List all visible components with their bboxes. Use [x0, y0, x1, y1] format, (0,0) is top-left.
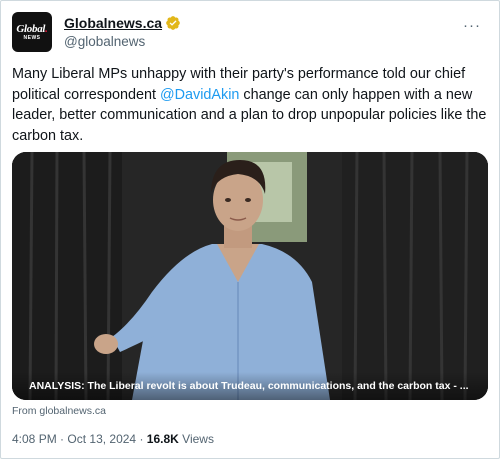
verified-badge-icon: [166, 16, 180, 30]
views-count: 16.8K: [146, 432, 179, 446]
avatar[interactable]: Global. NEWS: [12, 12, 52, 52]
views-label: Views: [182, 432, 214, 446]
tweet-time[interactable]: 4:08 PM: [12, 432, 57, 446]
account-names: Globalnews.ca @globalnews: [64, 14, 181, 49]
card-caption-bar: ANALYSIS: The Liberal revolt is about Tr…: [12, 372, 488, 400]
card-headline[interactable]: ANALYSIS: The Liberal revolt is about Tr…: [29, 380, 469, 392]
meta-separator-1: ·: [60, 432, 65, 446]
tweet-metadata: 4:08 PM · Oct 13, 2024 · 16.8K Views: [12, 432, 214, 446]
more-options-icon[interactable]: ···: [460, 16, 484, 34]
avatar-logo-subtext: NEWS: [23, 34, 41, 41]
display-name[interactable]: Globalnews.ca: [64, 15, 162, 31]
card-source-link[interactable]: From globalnews.ca: [12, 405, 106, 417]
tweet-date[interactable]: Oct 13, 2024: [67, 432, 136, 446]
tweet-header: Global. NEWS Globalnews.ca @globalnews ·…: [12, 12, 488, 52]
mention-link[interactable]: @DavidAkin: [160, 87, 239, 103]
link-card-image[interactable]: ANALYSIS: The Liberal revolt is about Tr…: [12, 152, 488, 400]
photo-illustration: [12, 152, 488, 400]
avatar-logo-text: Global.: [16, 22, 48, 35]
tweet-text: Many Liberal MPs unhappy with their part…: [12, 64, 488, 146]
meta-separator-2: ·: [139, 432, 144, 446]
account-handle[interactable]: @globalnews: [64, 34, 181, 49]
